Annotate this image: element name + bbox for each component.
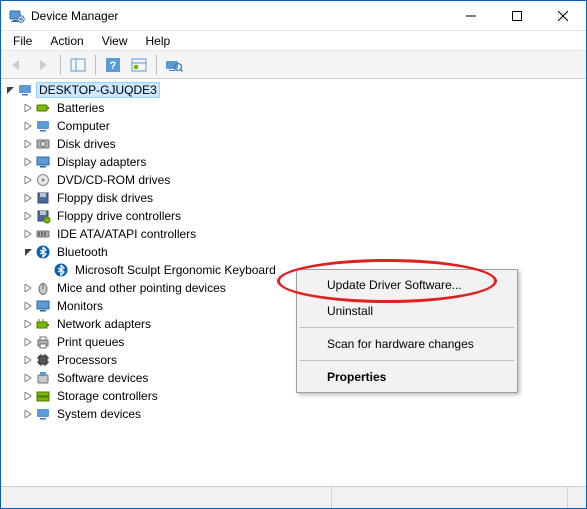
battery-icon — [35, 100, 51, 116]
maximize-button[interactable] — [494, 1, 540, 31]
expand-icon[interactable] — [21, 407, 35, 421]
minimize-button[interactable] — [448, 1, 494, 31]
expand-icon[interactable] — [21, 155, 35, 169]
expand-icon[interactable] — [21, 317, 35, 331]
menu-action[interactable]: Action — [42, 33, 91, 49]
menu-file[interactable]: File — [5, 33, 40, 49]
context-separator — [300, 327, 514, 328]
statusbar — [1, 486, 586, 508]
expand-icon[interactable] — [21, 209, 35, 223]
mouse-icon — [35, 280, 51, 296]
printer-icon — [35, 334, 51, 350]
software-device-icon — [35, 370, 51, 386]
context-menu: Update Driver Software... Uninstall Scan… — [296, 269, 518, 393]
context-properties[interactable]: Properties — [299, 364, 515, 390]
expand-icon[interactable] — [21, 335, 35, 349]
close-button[interactable] — [540, 1, 586, 31]
expand-icon[interactable] — [21, 299, 35, 313]
tree-category-floppy-disk[interactable]: Floppy disk drives — [19, 189, 586, 207]
properties-button[interactable] — [127, 54, 151, 76]
back-button[interactable] — [5, 54, 29, 76]
tree-category-batteries[interactable]: Batteries — [19, 99, 586, 117]
processor-icon — [35, 352, 51, 368]
expand-icon[interactable] — [21, 227, 35, 241]
computer-icon — [35, 118, 51, 134]
context-separator — [300, 360, 514, 361]
bluetooth-icon — [53, 262, 69, 278]
tree-category-dvd-cdrom[interactable]: DVD/CD-ROM drives — [19, 171, 586, 189]
titlebar: Device Manager — [1, 1, 586, 31]
resize-grip[interactable] — [568, 487, 586, 508]
window-title: Device Manager — [31, 9, 448, 23]
show-hide-console-tree-button[interactable] — [66, 54, 90, 76]
scan-hardware-button[interactable] — [162, 54, 186, 76]
floppy-controller-icon — [35, 208, 51, 224]
expand-icon[interactable] — [21, 137, 35, 151]
svg-text:?: ? — [110, 60, 117, 72]
menu-view[interactable]: View — [94, 33, 136, 49]
computer-icon — [17, 82, 33, 98]
expand-icon[interactable] — [21, 281, 35, 295]
help-button[interactable]: ? — [101, 54, 125, 76]
collapse-icon[interactable] — [21, 245, 35, 259]
app-icon — [9, 8, 25, 24]
display-adapter-icon — [35, 154, 51, 170]
tree-root-label: DESKTOP-GJUQDE3 — [37, 83, 159, 97]
monitor-icon — [35, 298, 51, 314]
tree-category-display-adapters[interactable]: Display adapters — [19, 153, 586, 171]
tree-category-ide-ata[interactable]: IDE ATA/ATAPI controllers — [19, 225, 586, 243]
device-manager-window: Device Manager File Action View Help — [0, 0, 587, 509]
expand-icon[interactable] — [21, 371, 35, 385]
optical-drive-icon — [35, 172, 51, 188]
expand-icon[interactable] — [21, 353, 35, 367]
tree-category-computer[interactable]: Computer — [19, 117, 586, 135]
ide-controller-icon — [35, 226, 51, 242]
storage-controller-icon — [35, 388, 51, 404]
expand-icon[interactable] — [21, 101, 35, 115]
status-pane — [332, 487, 568, 508]
network-adapter-icon — [35, 316, 51, 332]
toolbar-separator — [95, 55, 96, 75]
expand-icon[interactable] — [21, 119, 35, 133]
floppy-icon — [35, 190, 51, 206]
status-pane — [1, 487, 332, 508]
menu-help[interactable]: Help — [138, 33, 179, 49]
tree-category-system-devices[interactable]: System devices — [19, 405, 586, 423]
context-update-driver[interactable]: Update Driver Software... — [299, 272, 515, 298]
toolbar-separator — [156, 55, 157, 75]
menubar: File Action View Help — [1, 31, 586, 51]
system-device-icon — [35, 406, 51, 422]
forward-button[interactable] — [31, 54, 55, 76]
tree-category-floppy-controllers[interactable]: Floppy drive controllers — [19, 207, 586, 225]
bluetooth-icon — [35, 244, 51, 260]
expand-icon[interactable] — [3, 83, 17, 97]
tree-root[interactable]: DESKTOP-GJUQDE3 — [1, 81, 586, 99]
toolbar-separator — [60, 55, 61, 75]
context-uninstall[interactable]: Uninstall — [299, 298, 515, 324]
tree-category-bluetooth[interactable]: Bluetooth — [19, 243, 586, 261]
expand-icon[interactable] — [21, 389, 35, 403]
tree-category-disk-drives[interactable]: Disk drives — [19, 135, 586, 153]
toolbar: ? — [1, 51, 586, 79]
expand-icon[interactable] — [21, 173, 35, 187]
disk-icon — [35, 136, 51, 152]
expand-icon[interactable] — [21, 191, 35, 205]
context-scan-hardware[interactable]: Scan for hardware changes — [299, 331, 515, 357]
